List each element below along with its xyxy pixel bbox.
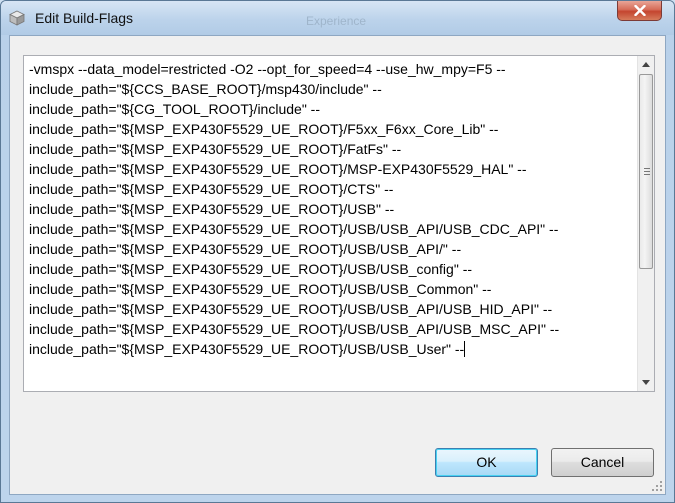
text-line: include_path="${MSP_EXP430F5529_UE_ROOT}… (29, 321, 560, 337)
text-line: include_path="${MSP_EXP430F5529_UE_ROOT}… (29, 221, 559, 237)
text-line: include_path="${CG_TOOL_ROOT}/include" -… (29, 101, 320, 117)
scroll-up-button[interactable] (638, 56, 654, 73)
build-flags-text[interactable]: -vmspx --data_model=restricted -O2 --opt… (29, 59, 629, 359)
close-icon (634, 5, 646, 16)
close-button[interactable] (617, 1, 662, 21)
dialog-body: -vmspx --data_model=restricted -O2 --opt… (9, 35, 666, 495)
text-line: include_path="${CCS_BASE_ROOT}/msp430/in… (29, 81, 382, 97)
text-line: include_path="${MSP_EXP430F5529_UE_ROOT}… (29, 201, 395, 217)
vertical-scrollbar[interactable] (637, 56, 654, 391)
grip-icon (644, 168, 650, 175)
arrow-down-icon (642, 380, 650, 385)
text-line-content: include_path="${MSP_EXP430F5529_UE_ROOT}… (29, 341, 465, 357)
text-line: include_path="${MSP_EXP430F5529_UE_ROOT}… (29, 121, 499, 137)
text-line: -vmspx --data_model=restricted -O2 --opt… (29, 61, 506, 77)
text-line: include_path="${MSP_EXP430F5529_UE_ROOT}… (29, 281, 492, 297)
background-window-title: Experience (306, 14, 367, 28)
text-line: include_path="${MSP_EXP430F5529_UE_ROOT}… (29, 301, 553, 317)
build-flags-textarea[interactable]: -vmspx --data_model=restricted -O2 --opt… (23, 55, 655, 392)
text-line-last: include_path="${MSP_EXP430F5529_UE_ROOT}… (29, 339, 629, 359)
text-line: include_path="${MSP_EXP430F5529_UE_ROOT}… (29, 141, 402, 157)
dialog-window: Edit Build-Flags Experience -vmspx --dat… (0, 0, 675, 503)
resize-grip-icon[interactable] (651, 480, 663, 492)
text-line: include_path="${MSP_EXP430F5529_UE_ROOT}… (29, 241, 462, 257)
text-line: include_path="${MSP_EXP430F5529_UE_ROOT}… (29, 261, 473, 277)
text-caret (464, 341, 466, 357)
cube-icon (9, 10, 25, 26)
text-line: include_path="${MSP_EXP430F5529_UE_ROOT}… (29, 161, 527, 177)
title-bar[interactable]: Edit Build-Flags Experience (1, 1, 674, 35)
scroll-down-button[interactable] (638, 374, 654, 391)
arrow-up-icon (642, 62, 650, 67)
cancel-button[interactable]: Cancel (551, 448, 654, 477)
scrollbar-thumb[interactable] (639, 74, 653, 269)
ok-button[interactable]: OK (435, 448, 538, 477)
dialog-title: Edit Build-Flags (35, 10, 134, 26)
text-line: include_path="${MSP_EXP430F5529_UE_ROOT}… (29, 181, 394, 197)
